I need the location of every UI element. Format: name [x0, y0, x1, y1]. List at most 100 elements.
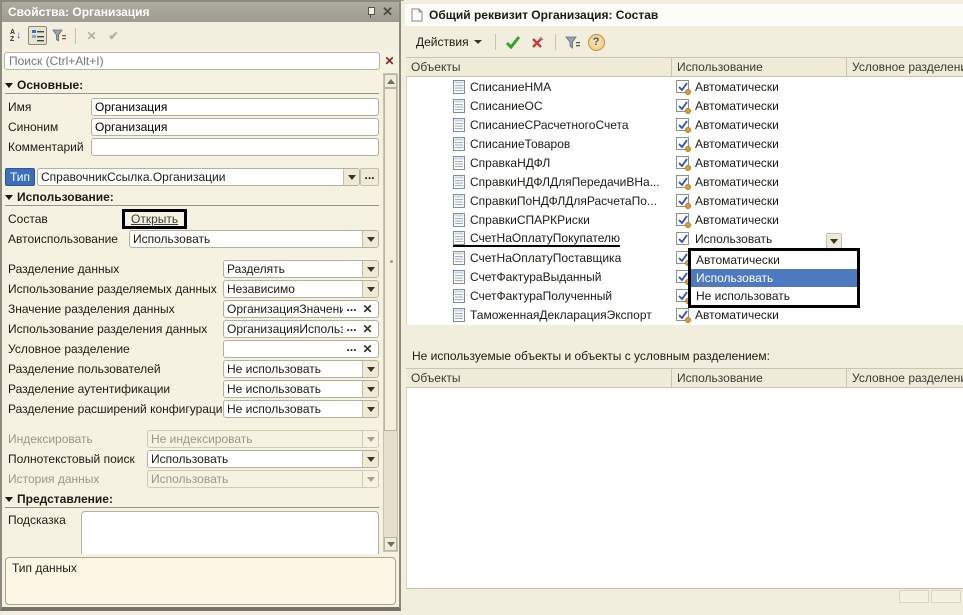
- table-row[interactable]: СчетФактураВыданный: [407, 267, 963, 286]
- type-chip[interactable]: Тип: [5, 168, 35, 186]
- section-view[interactable]: Представление:: [5, 491, 379, 508]
- table-row[interactable]: СписаниеНМААвтоматически: [407, 77, 963, 96]
- table-row[interactable]: СписаниеОСАвтоматически: [407, 96, 963, 115]
- clear-icon[interactable]: [360, 321, 375, 337]
- property-row-history: История данных Использовать: [5, 469, 379, 489]
- column-header-objects[interactable]: Объекты: [406, 58, 672, 76]
- section-main[interactable]: Основные:: [5, 77, 379, 94]
- dropdown-arrow-icon[interactable]: [362, 361, 378, 377]
- separation-use-field[interactable]: ОрганизацияИспользова: [223, 320, 379, 338]
- usage-checkbox[interactable]: [676, 99, 689, 112]
- sort-az-icon[interactable]: AZ↓: [6, 26, 25, 45]
- table-row[interactable]: СчетФактураПолученный: [407, 286, 963, 305]
- status-bar-cells: [899, 590, 961, 603]
- usage-checkbox[interactable]: [676, 308, 689, 321]
- usage-checkbox[interactable]: [676, 137, 689, 150]
- ellipsis-button[interactable]: [343, 302, 360, 316]
- properties-title-bar[interactable]: Свойства: Организация ✕: [2, 2, 399, 22]
- ellipsis-button[interactable]: [343, 322, 360, 336]
- dropdown-arrow-icon[interactable]: [362, 261, 378, 277]
- usage-checkbox[interactable]: [676, 194, 689, 207]
- dropdown-arrow-icon[interactable]: [362, 231, 378, 247]
- search-clear-icon[interactable]: ✕: [382, 54, 397, 68]
- actions-button[interactable]: Действия: [411, 32, 487, 52]
- dropdown-arrow-icon[interactable]: [343, 169, 359, 185]
- usage-checkbox[interactable]: [676, 80, 689, 93]
- ellipsis-button[interactable]: [343, 342, 360, 356]
- column-header-usage[interactable]: Использование: [672, 369, 847, 387]
- help-icon[interactable]: [588, 34, 605, 51]
- separation-value-field[interactable]: ОрганизацияЗначение: [223, 300, 379, 318]
- dropdown-arrow-icon[interactable]: [362, 451, 378, 467]
- pin-icon[interactable]: [366, 6, 376, 18]
- data-separation-select[interactable]: Разделять: [223, 260, 379, 278]
- usage-checkbox[interactable]: [676, 118, 689, 131]
- table-row[interactable]: СписаниеТоваровАвтоматически: [407, 134, 963, 153]
- table-row[interactable]: СчетНаОплатуПокупателюИспользовать: [407, 229, 963, 248]
- comment-field: [91, 138, 379, 156]
- document-icon: [453, 194, 465, 208]
- properties-scrollbar[interactable]: [383, 73, 398, 552]
- table-row[interactable]: ТаможеннаяДекларацияЭкспортАвтоматически: [407, 305, 963, 324]
- history-label: История данных: [5, 472, 147, 486]
- dropdown-arrow-icon[interactable]: [362, 401, 378, 417]
- users-separation-select[interactable]: Не использовать: [223, 360, 379, 378]
- apply-icon[interactable]: ✔: [104, 26, 123, 45]
- name-input[interactable]: [95, 100, 375, 114]
- table-row[interactable]: СправкиПоНДФЛДляРасчетаПо...Автоматическ…: [407, 191, 963, 210]
- type-ellipsis-button[interactable]: [360, 168, 379, 186]
- dropdown-option-not-use[interactable]: Не использовать: [691, 287, 857, 305]
- table-row[interactable]: СправкаНДФЛАвтоматически: [407, 153, 963, 172]
- table-row[interactable]: СчетНаОплатуПоставщика: [407, 248, 963, 267]
- scroll-up-icon[interactable]: [384, 74, 397, 88]
- usage-value: Автоматически: [695, 308, 779, 322]
- dropdown-option-use[interactable]: Использовать: [691, 269, 857, 287]
- object-label: СчетНаОплатуПоставщика: [453, 251, 621, 265]
- comment-input[interactable]: [95, 140, 375, 154]
- dropdown-arrow-icon[interactable]: [362, 281, 378, 297]
- clear-icon[interactable]: [360, 301, 375, 317]
- auto-use-select[interactable]: Использовать: [129, 230, 379, 248]
- filter-icon[interactable]: [50, 26, 69, 45]
- shared-data-use-select[interactable]: Независимо: [223, 280, 379, 298]
- column-header-objects[interactable]: Объекты: [406, 369, 672, 387]
- section-usage[interactable]: Использование:: [5, 189, 379, 206]
- usage-checkbox[interactable]: [676, 175, 689, 188]
- close-icon[interactable]: ✕: [382, 4, 393, 20]
- cancel-x-icon[interactable]: [528, 33, 547, 52]
- fulltext-select[interactable]: Использовать: [147, 450, 379, 468]
- table-row[interactable]: СправкиНДФЛДляПередачиВНа...Автоматическ…: [407, 172, 963, 191]
- column-header-conditional[interactable]: Условное разделение: [847, 58, 963, 76]
- scroll-down-icon[interactable]: [384, 537, 397, 551]
- table-row[interactable]: СписаниеСРасчетногоСчетаАвтоматически: [407, 115, 963, 134]
- usage-value: Автоматически: [695, 118, 779, 132]
- auth-separation-select[interactable]: Не использовать: [223, 380, 379, 398]
- dropdown-option-auto[interactable]: Автоматически: [691, 251, 857, 269]
- clear-icon[interactable]: [360, 341, 375, 357]
- usage-checkbox[interactable]: [676, 232, 689, 245]
- conditional-separation-field[interactable]: [223, 340, 379, 358]
- scrollbar-thumb[interactable]: [384, 88, 397, 431]
- document-icon: [453, 118, 465, 132]
- usage-checkbox[interactable]: [676, 213, 689, 226]
- column-header-usage[interactable]: Использование: [672, 58, 847, 76]
- tooltip-label: Подсказка: [5, 511, 81, 527]
- usage-dropdown-button[interactable]: [826, 233, 842, 249]
- tooltip-textarea[interactable]: [81, 511, 379, 554]
- type-field[interactable]: СправочникСсылка.Организации: [37, 168, 360, 186]
- table-row[interactable]: СправкиСПАРКРискиАвтоматически: [407, 210, 963, 229]
- ok-check-icon[interactable]: [504, 33, 523, 52]
- ext-separation-select[interactable]: Не использовать: [223, 400, 379, 418]
- property-row-tooltip: Подсказка: [5, 511, 379, 554]
- dropdown-arrow-icon[interactable]: [362, 381, 378, 397]
- usage-checkbox[interactable]: [676, 156, 689, 169]
- object-name: СправкиНДФЛДляПередачиВНа...: [470, 175, 660, 189]
- categories-icon[interactable]: [28, 26, 47, 45]
- composition-open-link[interactable]: Открыть: [131, 212, 178, 226]
- synonym-input[interactable]: [95, 120, 375, 134]
- search-input[interactable]: [4, 52, 380, 70]
- delete-icon[interactable]: ✕: [82, 26, 101, 45]
- object-name: СправкиПоНДФЛДляРасчетаПо...: [470, 194, 657, 208]
- column-header-conditional[interactable]: Условное разделение: [847, 369, 963, 387]
- filter-icon[interactable]: [564, 33, 583, 52]
